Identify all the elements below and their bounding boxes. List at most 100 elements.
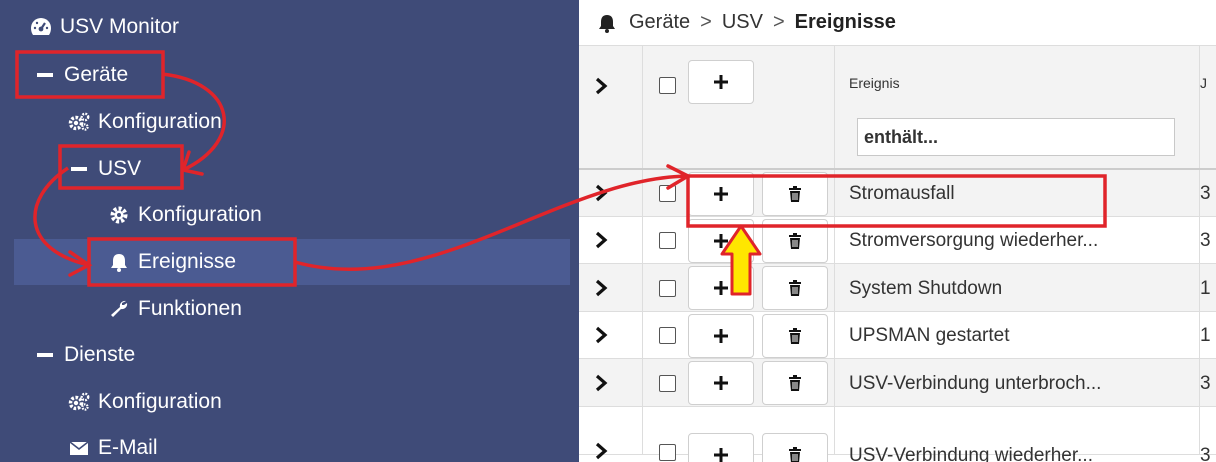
event-next: 3 — [1200, 373, 1211, 394]
main-panel: Geräte > USV > Ereignisse Ereignis J Str… — [579, 0, 1216, 462]
breadcrumb: Geräte > USV > Ereignisse — [579, 0, 1216, 46]
minus-icon — [34, 344, 56, 366]
column-header-next[interactable]: J — [1200, 75, 1207, 91]
row-checkbox[interactable] — [659, 280, 676, 297]
sidebar-item-usv[interactable]: USV — [68, 146, 141, 192]
delete-button[interactable] — [762, 219, 828, 263]
sidebar-item-dienste[interactable]: Dienste — [34, 332, 135, 378]
envelope-icon — [68, 437, 90, 459]
trash-icon — [789, 233, 801, 249]
wrench-icon — [108, 298, 130, 320]
expand-all-icon[interactable] — [591, 76, 611, 96]
add-button[interactable] — [688, 266, 754, 310]
table-row[interactable]: USV-Verbindung wiederher... 3 — [579, 407, 1216, 462]
add-button[interactable] — [688, 219, 754, 263]
plus-icon — [714, 448, 728, 462]
sidebar-item-label: Funktionen — [138, 297, 242, 320]
event-next: 3 — [1200, 445, 1211, 462]
app-title-label: USV Monitor — [60, 15, 180, 38]
expand-row-icon[interactable] — [591, 325, 611, 345]
cogs-icon — [68, 111, 90, 133]
event-name: System Shutdown — [849, 278, 1003, 299]
plus-icon — [714, 281, 728, 295]
table-row[interactable]: USV-Verbindung unterbroch... 3 — [579, 359, 1216, 407]
event-name: Stromausfall — [849, 183, 955, 204]
plus-icon — [714, 234, 728, 248]
breadcrumb-geraete[interactable]: Geräte — [629, 11, 690, 34]
select-all-checkbox[interactable] — [659, 77, 676, 94]
event-next: 3 — [1200, 183, 1211, 204]
column-header-ereignis[interactable]: Ereignis — [849, 75, 900, 91]
sidebar-item-konfiguration-dienste[interactable]: Konfiguration — [68, 379, 222, 425]
sidebar-item-label: Konfiguration — [98, 390, 222, 413]
table-row[interactable]: UPSMAN gestartet 1 — [579, 312, 1216, 359]
breadcrumb-current: Ereignisse — [794, 11, 896, 33]
trash-icon — [789, 280, 801, 296]
plus-icon — [714, 329, 728, 343]
plus-icon — [714, 75, 728, 89]
trash-icon — [789, 186, 801, 202]
event-next: 3 — [1200, 230, 1211, 251]
row-checkbox[interactable] — [659, 327, 676, 344]
trash-icon — [789, 328, 801, 344]
delete-button[interactable] — [762, 266, 828, 310]
breadcrumb-separator: > — [700, 11, 712, 33]
sidebar-item-label: Konfiguration — [98, 110, 222, 133]
sidebar-item-label: Konfiguration — [138, 203, 262, 226]
delete-button[interactable] — [762, 433, 828, 462]
expand-row-icon[interactable] — [591, 278, 611, 298]
add-button[interactable] — [688, 314, 754, 358]
sidebar-item-email[interactable]: E-Mail — [68, 425, 158, 462]
sidebar-item-label: Dienste — [64, 343, 136, 366]
plus-icon — [714, 376, 728, 390]
event-name: UPSMAN gestartet — [849, 325, 1010, 346]
event-name: USV-Verbindung wiederher... — [849, 445, 1093, 462]
delete-button[interactable] — [762, 314, 828, 358]
cogs-icon — [68, 391, 90, 413]
plus-icon — [714, 187, 728, 201]
gear-icon — [108, 204, 130, 226]
sidebar-item-konfiguration-geraete[interactable]: Konfiguration — [68, 99, 222, 145]
ereignis-filter-input[interactable] — [857, 118, 1175, 156]
delete-button[interactable] — [762, 361, 828, 405]
minus-icon — [34, 64, 56, 86]
sidebar: USV Monitor Geräte Konfiguration USV Kon… — [0, 0, 579, 462]
sidebar-item-konfiguration-usv[interactable]: Konfiguration — [108, 192, 262, 238]
event-next: 1 — [1200, 278, 1211, 299]
expand-row-icon[interactable] — [591, 373, 611, 393]
row-checkbox[interactable] — [659, 375, 676, 392]
add-button[interactable] — [688, 433, 754, 462]
sidebar-item-label: E-Mail — [98, 436, 158, 459]
minus-icon — [68, 158, 90, 180]
sidebar-item-funktionen[interactable]: Funktionen — [108, 286, 242, 332]
bell-icon — [108, 251, 130, 273]
event-name: USV-Verbindung unterbroch... — [849, 373, 1102, 394]
event-name: Stromversorgung wiederher... — [849, 230, 1099, 251]
sidebar-item-label: USV — [98, 157, 142, 180]
expand-row-icon[interactable] — [591, 441, 611, 461]
table-row[interactable]: Stromausfall 3 — [579, 170, 1216, 217]
row-checkbox[interactable] — [659, 232, 676, 249]
sidebar-item-label: Geräte — [64, 63, 129, 86]
sidebar-item-geraete[interactable]: Geräte — [34, 52, 128, 98]
trash-icon — [789, 375, 801, 391]
delete-button[interactable] — [762, 172, 828, 216]
table-row[interactable]: Stromversorgung wiederher... 3 — [579, 217, 1216, 264]
breadcrumb-usv[interactable]: USV — [722, 11, 763, 34]
add-button[interactable] — [688, 60, 754, 104]
sidebar-item-label: Ereignisse — [138, 250, 237, 273]
add-button[interactable] — [688, 361, 754, 405]
row-checkbox[interactable] — [659, 444, 676, 461]
add-button[interactable] — [688, 172, 754, 216]
dashboard-icon — [30, 16, 52, 38]
expand-row-icon[interactable] — [591, 230, 611, 250]
event-next: 1 — [1200, 325, 1211, 346]
breadcrumb-separator: > — [772, 11, 785, 33]
app-title[interactable]: USV Monitor — [30, 4, 179, 50]
trash-icon — [789, 447, 801, 462]
expand-row-icon[interactable] — [591, 183, 611, 203]
table-row[interactable]: System Shutdown 1 — [579, 264, 1216, 312]
row-checkbox[interactable] — [659, 185, 676, 202]
sidebar-item-ereignisse[interactable]: Ereignisse — [14, 239, 570, 285]
bell-icon — [597, 13, 617, 33]
